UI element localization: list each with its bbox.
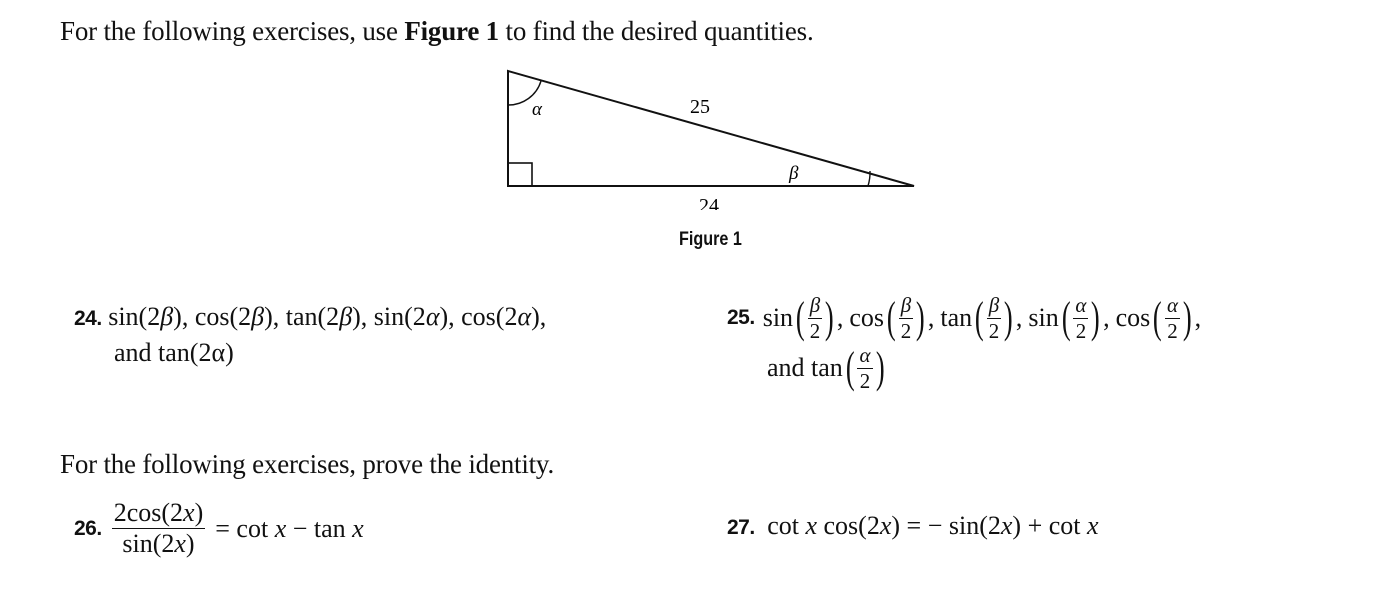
half-angle-item: cos(β 2), bbox=[849, 292, 935, 343]
left-paren: ( bbox=[795, 293, 805, 342]
fraction-numerator: β bbox=[807, 292, 823, 319]
fraction-denominator: 2 bbox=[988, 318, 1000, 343]
left-paren: ( bbox=[886, 293, 896, 342]
function-name: sin bbox=[762, 303, 794, 332]
identity-expression: cot x cos(2x) = − sin(2x) + cot x bbox=[767, 511, 1099, 540]
intro-text-suffix: to find the desired quantities. bbox=[498, 16, 814, 46]
fraction-denominator: sin(2x) bbox=[122, 529, 195, 558]
section-intro-identity: For the following exercises, prove the i… bbox=[60, 449, 555, 479]
left-paren: ( bbox=[1061, 293, 1071, 342]
fraction: α2 bbox=[1073, 292, 1089, 343]
exercise-number: 25. bbox=[727, 306, 755, 329]
base-label: 24 bbox=[699, 195, 719, 210]
right-angle-marker bbox=[507, 162, 533, 187]
function-name: tan bbox=[940, 303, 973, 332]
exercise-number: 24. bbox=[74, 307, 102, 330]
fraction: α2 bbox=[1164, 292, 1180, 343]
fraction: β2 bbox=[807, 292, 823, 343]
fraction: 2cos(2x) sin(2x) bbox=[111, 498, 206, 558]
fraction-denominator: 2 bbox=[900, 318, 912, 343]
separator: , bbox=[836, 303, 844, 332]
separator: , bbox=[1015, 303, 1023, 332]
fraction-numerator: β bbox=[898, 292, 914, 319]
fraction-denominator: 2 bbox=[1075, 318, 1087, 343]
half-angle-item: sin(α 2), bbox=[1028, 292, 1110, 343]
exercise-25: 25. sin(β 2), cos(β 2), tan(β 2), sin(α 2), cos(… bbox=[727, 292, 1207, 394]
exercise-26: 26. 2cos(2x) sin(2x) = cot x − tan x bbox=[74, 500, 364, 557]
left-paren: ( bbox=[845, 343, 855, 392]
separator: , bbox=[927, 303, 935, 332]
right-paren: ) bbox=[916, 293, 925, 342]
triangle-figure: α 25 β 24 bbox=[507, 69, 915, 210]
half-angle-item: tan(β 2), bbox=[940, 292, 1023, 343]
fraction-denominator: 2 bbox=[1167, 318, 1178, 343]
section-intro: For the following exercises, use Figure … bbox=[60, 16, 814, 47]
left-paren: ( bbox=[975, 293, 984, 342]
function-name: cos bbox=[849, 303, 885, 332]
exercise-24: 24. sin(2β), cos(2β), tan(2β), sin(2α), … bbox=[74, 300, 546, 370]
half-angle-item: cos(α 2), bbox=[1115, 292, 1202, 343]
function-name: cos bbox=[1115, 303, 1151, 332]
fraction: β2 bbox=[898, 292, 914, 343]
separator: , bbox=[1103, 303, 1110, 332]
exercise-number: 27. bbox=[727, 516, 755, 539]
fraction-numerator: α bbox=[857, 342, 873, 369]
exercise-number: 26. bbox=[74, 516, 102, 540]
angle-alpha-label: α bbox=[532, 99, 543, 120]
exercise-24-line1: sin(2β), cos(2β), tan(2β), sin(2α), cos(… bbox=[108, 302, 547, 331]
triangle-outline bbox=[507, 69, 915, 187]
half-angle-item: sin(β 2), bbox=[762, 292, 844, 343]
identity-rhs: = cot x − tan x bbox=[215, 513, 364, 543]
right-paren: ) bbox=[1091, 293, 1101, 342]
exercise-25-last-prefix: and tan bbox=[767, 353, 843, 382]
angle-beta-label: β bbox=[788, 163, 799, 184]
figure-caption: Figure 1 bbox=[679, 229, 742, 250]
right-paren: ) bbox=[1004, 293, 1013, 342]
fraction-numerator: α bbox=[1073, 292, 1089, 319]
right-paren: ) bbox=[825, 293, 834, 342]
fraction-numerator: α bbox=[1164, 292, 1180, 319]
right-paren: ) bbox=[1182, 293, 1192, 342]
exercise-24-line2: and tan(2α) bbox=[114, 338, 234, 367]
fraction-denominator: 2 bbox=[809, 318, 821, 343]
exercise-27: 27. cot x cos(2x) = − sin(2x) + cot x bbox=[727, 511, 1099, 541]
fraction-numerator: β bbox=[986, 292, 1002, 319]
left-paren: ( bbox=[1153, 293, 1163, 342]
fraction: α 2 bbox=[857, 342, 873, 393]
fraction-denominator: 2 bbox=[859, 368, 871, 393]
exercise-25-items: sin(β 2), cos(β 2), tan(β 2), sin(α 2), cos(α 2), bbox=[762, 292, 1207, 343]
hypotenuse-label: 25 bbox=[690, 96, 710, 118]
fraction: β2 bbox=[986, 292, 1002, 343]
fraction-numerator: 2cos(2x) bbox=[111, 498, 206, 529]
figure-reference: Figure 1 bbox=[404, 16, 499, 46]
function-name: sin bbox=[1028, 303, 1059, 332]
separator: , bbox=[1194, 303, 1202, 332]
intro-text-prefix: For the following exercises, use bbox=[60, 16, 405, 46]
right-paren: ) bbox=[875, 343, 885, 392]
